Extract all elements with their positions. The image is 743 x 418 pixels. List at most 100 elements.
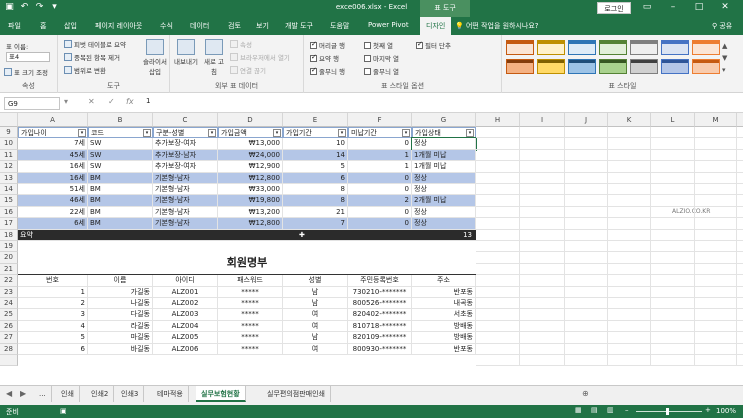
table-cell[interactable]: 추가보장-여자 [153,161,218,173]
table-header-cell[interactable]: 가입나이 ▾ [18,127,88,139]
empty-cell[interactable] [476,355,520,367]
table-cell[interactable]: 6세 [18,218,88,230]
export-button[interactable]: 내보내기 [174,39,198,66]
cancel-formula-icon[interactable]: ✕ [88,97,95,106]
table-cell[interactable]: 1개월 미납 [412,161,476,173]
empty-cell[interactable] [651,172,695,184]
empty-cell[interactable] [695,332,737,344]
zoom-level[interactable]: 100% [716,407,736,415]
empty-cell[interactable] [520,149,565,162]
table-cell[interactable]: 8 [283,195,348,207]
properties-button[interactable]: 속성 [230,39,252,49]
table-cell[interactable]: 정상 [411,137,477,151]
tell-me-box[interactable]: 💡 어떤 작업을 원하시나요? [455,21,539,31]
zoom-out-icon[interactable]: – [625,406,629,414]
member-cell[interactable]: 820402-******* [348,309,412,321]
empty-cell[interactable] [608,195,651,207]
empty-cell[interactable] [520,195,565,207]
column-header[interactable]: E [283,113,348,127]
empty-cell[interactable] [737,127,743,139]
member-cell[interactable]: 여 [283,320,348,333]
table-header-cell[interactable]: 미납기간 ▾ [348,127,412,139]
empty-cell[interactable] [520,275,565,287]
table-header-cell[interactable]: 가입금액 ▾ [218,127,283,139]
page-break-view-icon[interactable]: ▥ [607,406,614,414]
table-cell[interactable]: ₩33,000 [218,184,283,196]
member-cell[interactable]: ALZ002 [153,298,218,310]
empty-cell[interactable] [651,252,695,264]
table-cell[interactable]: 51세 [18,184,88,196]
empty-cell[interactable] [565,206,608,219]
banded-rows-checkbox[interactable]: 줄무늬 행 [310,66,345,76]
open-in-browser-button[interactable]: 브라우저에서 열기 [230,52,290,62]
empty-cell[interactable] [651,298,695,310]
style-swatch[interactable] [661,59,689,74]
column-header[interactable]: C [153,113,218,127]
member-cell[interactable]: 나길동 [88,298,153,310]
empty-cell[interactable] [476,298,520,310]
table-cell[interactable]: ₩19,800 [218,195,283,207]
maximize-icon[interactable]: □ [693,2,705,12]
empty-cell[interactable] [695,161,737,173]
table-cell[interactable]: 16세 [18,172,88,184]
table-cell[interactable]: SW [88,149,153,162]
member-header-cell[interactable]: 성별 [283,275,348,287]
table-cell[interactable]: 기본형-남자 [153,206,218,219]
member-cell[interactable]: 820109-******* [348,332,412,344]
empty-cell[interactable] [651,309,695,321]
empty-cell[interactable] [476,263,520,276]
table-cell[interactable]: 정상 [412,172,476,184]
empty-cell[interactable] [695,184,737,196]
filter-button-checkbox[interactable]: 필터 단추 [416,40,451,50]
empty-cell[interactable] [608,332,651,344]
empty-cell[interactable] [520,229,565,241]
empty-cell[interactable] [565,355,608,367]
empty-cell[interactable] [608,309,651,321]
table-cell[interactable]: 기본형-남자 [153,218,218,230]
column-header[interactable]: A [18,113,88,127]
resize-table-button[interactable]: 표 크기 조정 [4,67,48,77]
empty-cell[interactable] [520,263,565,276]
empty-cell[interactable] [737,173,743,184]
empty-cell[interactable] [651,275,695,287]
member-cell[interactable]: 다길동 [88,309,153,321]
gallery-down-icon[interactable]: ▼ [722,54,727,62]
name-box[interactable]: G9 [4,97,60,110]
table-cell[interactable]: 8 [283,184,348,196]
table-cell[interactable]: ₩24,000 [218,149,283,162]
table-cell[interactable]: 0 [348,184,412,196]
empty-cell[interactable] [565,149,608,162]
table-cell[interactable]: 기본형-남자 [153,195,218,207]
table-cell[interactable]: ₩12,800 [218,218,283,230]
header-row-checkbox[interactable]: 머리글 행 [310,40,345,50]
column-header[interactable]: M [695,113,737,127]
member-cell[interactable]: ***** [218,309,283,321]
style-swatch[interactable] [630,59,658,74]
table-cell[interactable]: 16세 [18,161,88,173]
empty-cell[interactable] [737,344,743,355]
row-header[interactable]: 17 [0,218,18,230]
empty-cell[interactable] [695,275,737,287]
empty-cell[interactable] [651,286,695,298]
empty-cell[interactable] [695,286,737,298]
column-header[interactable]: H [476,113,520,127]
empty-cell[interactable] [476,241,520,253]
empty-cell[interactable] [695,172,737,184]
member-header-cell[interactable]: 주민등록번호 [348,275,412,287]
minimize-icon[interactable]: – [667,2,679,12]
empty-cell[interactable] [608,206,651,219]
table-cell[interactable]: 22세 [18,206,88,219]
last-column-checkbox[interactable]: 마지막 열 [364,53,399,63]
member-cell[interactable]: ALZ001 [153,286,218,298]
member-cell[interactable]: 방배동 [412,320,476,333]
empty-cell[interactable] [695,241,737,253]
table-header-cell[interactable]: 가입기간 ▾ [283,127,348,139]
row-header[interactable]: 15 [0,195,18,207]
table-cell[interactable]: BM [88,206,153,219]
name-box-dropdown-icon[interactable]: ▾ [64,97,68,106]
empty-cell[interactable] [695,252,737,264]
member-cell[interactable]: ALZ006 [153,343,218,355]
table-cell[interactable]: ₩12,800 [218,172,283,184]
style-swatch[interactable] [599,40,627,55]
style-swatch[interactable] [661,40,689,55]
